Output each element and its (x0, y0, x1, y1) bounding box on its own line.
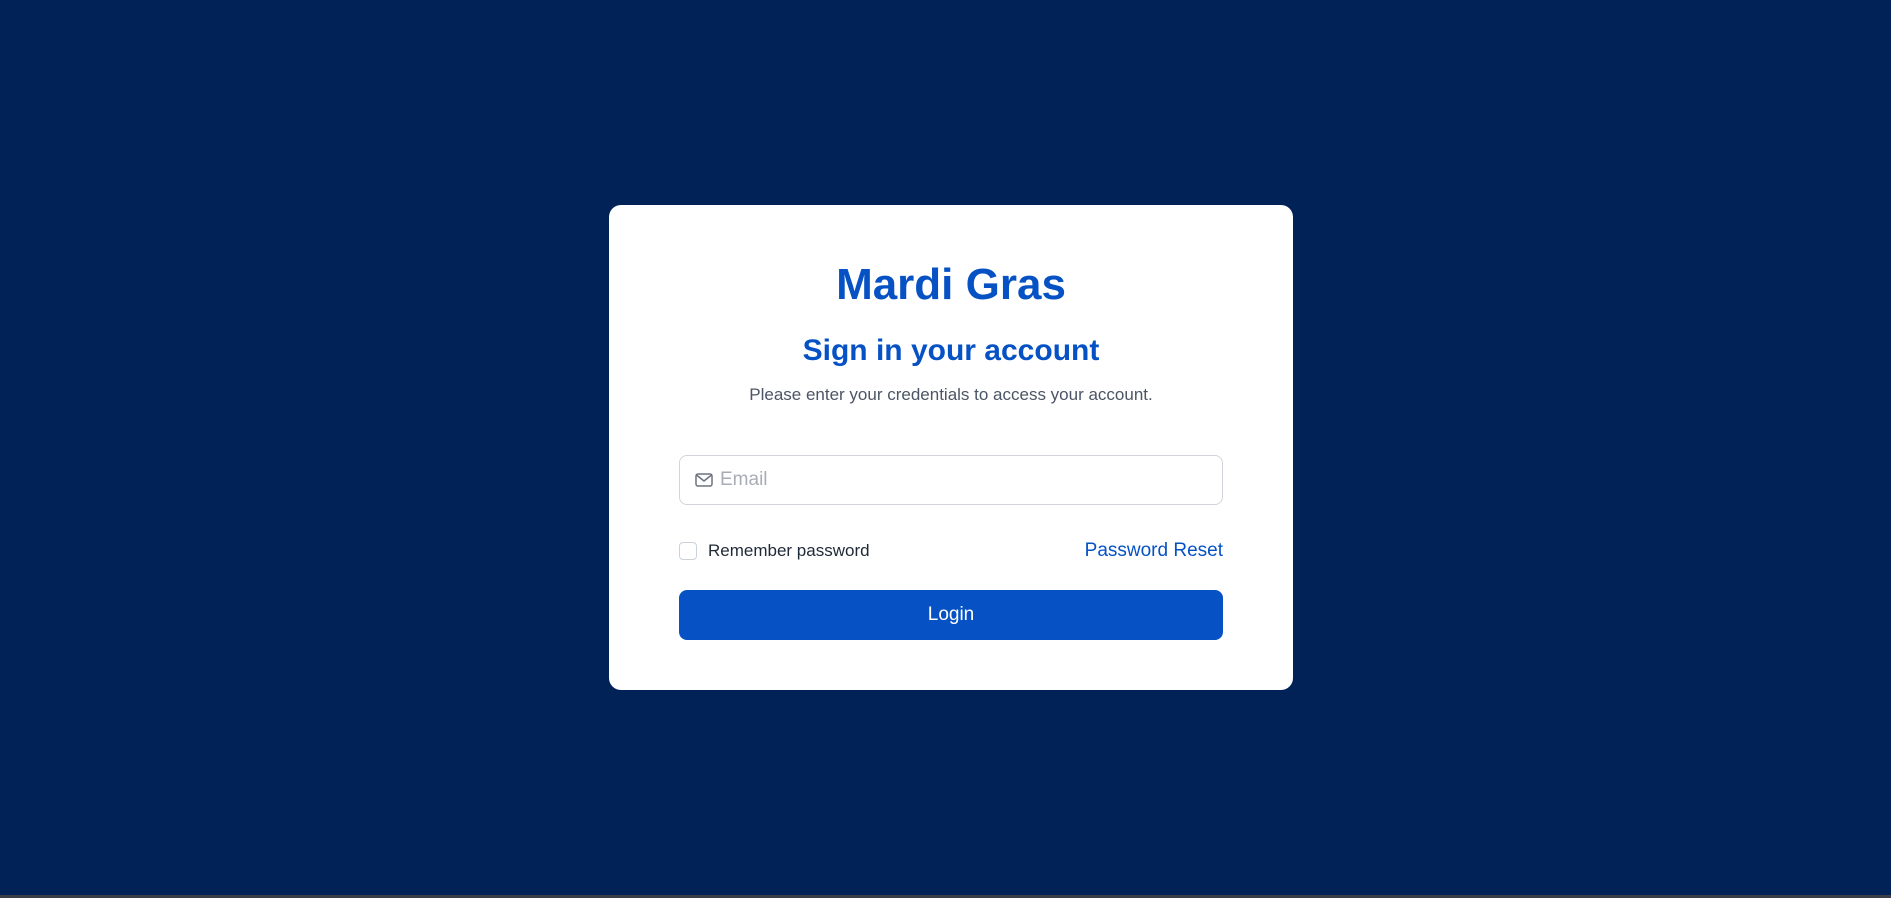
email-field[interactable] (720, 456, 1222, 504)
login-button[interactable]: Login (679, 590, 1223, 640)
remember-password-label[interactable]: Remember password (708, 540, 870, 562)
brand-title: Mardi Gras (836, 260, 1066, 309)
password-reset-link[interactable]: Password Reset (1085, 538, 1223, 564)
mail-icon (694, 470, 714, 490)
login-card: Mardi Gras Sign in your account Please e… (609, 205, 1293, 690)
page-title: Sign in your account (802, 334, 1100, 367)
page-subtitle: Please enter your credentials to access … (749, 385, 1153, 404)
remember-password-option[interactable]: Remember password (679, 540, 870, 562)
remember-password-checkbox[interactable] (679, 542, 697, 560)
email-field-wrapper[interactable] (679, 455, 1223, 505)
